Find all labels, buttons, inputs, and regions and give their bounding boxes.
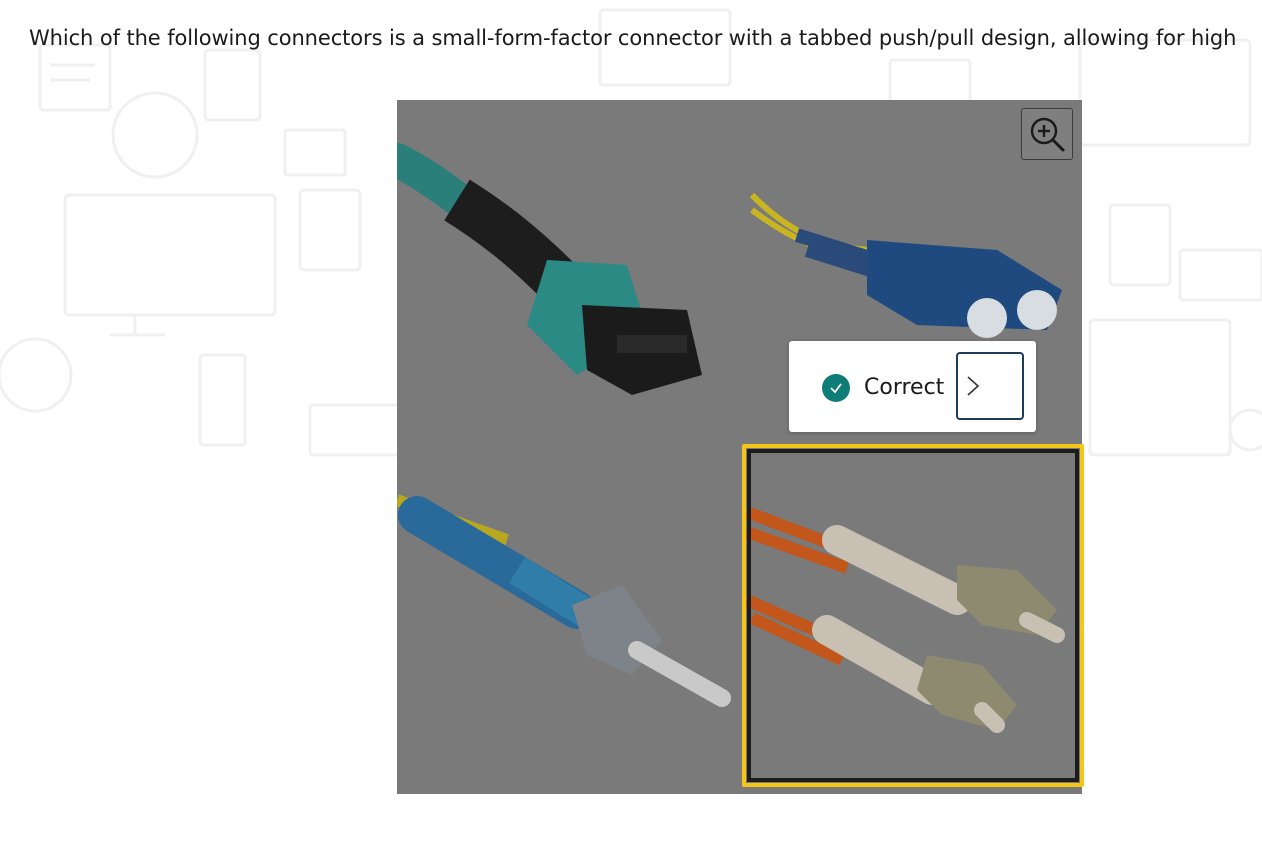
check-circle-icon [822,374,850,402]
option-mpo-connector[interactable] [397,100,739,446]
zoom-in-button[interactable] [1021,108,1073,160]
next-button[interactable] [956,352,1024,420]
chevron-right-icon [967,376,980,396]
option-lc-connector-selected[interactable] [742,444,1084,787]
zoom-in-icon [1030,117,1065,152]
feedback-status-label: Correct [864,375,945,400]
option-st-connector[interactable] [397,446,739,794]
answer-feedback-popup: Correct [789,341,1036,432]
question-text: Which of the following connectors is a s… [29,26,1237,50]
selection-inner-border [747,449,1079,782]
